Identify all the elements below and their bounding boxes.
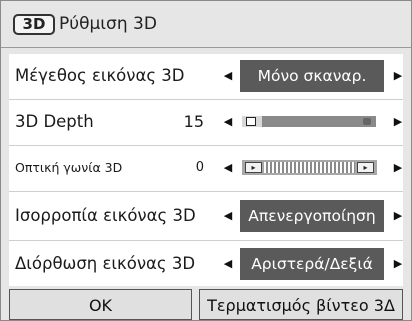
setting-label: Ισορροπία εικόνας 3D [15, 206, 196, 225]
divider [9, 191, 403, 192]
triangle-left-icon[interactable]: ◀ [219, 194, 237, 238]
setting-label: 3D Depth [15, 112, 94, 131]
setting-value: 0 [195, 160, 204, 175]
settings-list: Μέγεθος εικόνας 3D ◀ Μόνο σκαναρ. ▶ 3D D… [9, 54, 403, 286]
row-3d-picture-size[interactable]: Μέγεθος εικόνας 3D ◀ Μόνο σκαναρ. ▶ [9, 54, 403, 98]
triangle-right-icon[interactable]: ▶ [389, 100, 407, 144]
ok-button[interactable]: OK [9, 289, 192, 320]
triangle-right-icon[interactable]: ▶ [389, 54, 407, 98]
triangle-left-icon[interactable]: ◀ [219, 146, 237, 190]
setting-label: Οπτική γωνία 3D [15, 160, 123, 175]
viewpoint-left-cap-icon: ▸ [245, 162, 262, 173]
selected-value[interactable]: Απενεργοποίηση [240, 200, 384, 232]
viewpoint-right-cap-icon: ▸ [357, 162, 374, 173]
triangle-left-icon[interactable]: ◀ [219, 242, 237, 286]
triangle-right-icon[interactable]: ▶ [389, 146, 407, 190]
triangle-right-icon[interactable]: ▶ [389, 194, 407, 238]
row-3d-viewpoint[interactable]: Οπτική γωνία 3D 0 ◀ ▸ ▸ ▶ [9, 146, 403, 190]
selected-value[interactable]: Μόνο σκαναρ. [240, 60, 384, 92]
viewpoint-slider[interactable]: ▸ ▸ [242, 160, 377, 175]
divider [9, 240, 403, 241]
row-3d-picture-correction[interactable]: Διόρθωση εικόνας 3D ◀ Αριστερά/Δεξιά ▶ [9, 242, 403, 286]
triangle-left-icon[interactable]: ◀ [219, 100, 237, 144]
row-3d-picture-balance[interactable]: Ισορροπία εικόνας 3D ◀ Απενεργοποίηση ▶ [9, 194, 403, 238]
triangle-left-icon[interactable]: ◀ [219, 54, 237, 98]
depth-slider[interactable] [242, 116, 376, 127]
3d-settings-dialog: 3D Ρύθμιση 3D Μέγεθος εικόνας 3D ◀ Μόνο … [0, 0, 412, 321]
row-3d-depth[interactable]: 3D Depth 15 ◀ ▶ [9, 100, 403, 144]
end-3d-video-button[interactable]: Τερματισμός βίντεο 3Δ [199, 289, 403, 320]
selected-value[interactable]: Αριστερά/Δεξιά [240, 248, 384, 280]
dialog-title: Ρύθμιση 3D [59, 14, 157, 34]
setting-label: Διόρθωση εικόνας 3D [15, 254, 196, 273]
triangle-right-icon[interactable]: ▶ [389, 242, 407, 286]
setting-label: Μέγεθος εικόνας 3D [15, 66, 185, 85]
viewpoint-scale [264, 162, 355, 173]
title-bar: 3D Ρύθμιση 3D [1, 1, 411, 48]
slider-start-marker [246, 117, 256, 126]
3d-logo-icon: 3D [13, 14, 55, 35]
setting-value: 15 [183, 112, 204, 131]
slider-end-knob [363, 118, 371, 125]
